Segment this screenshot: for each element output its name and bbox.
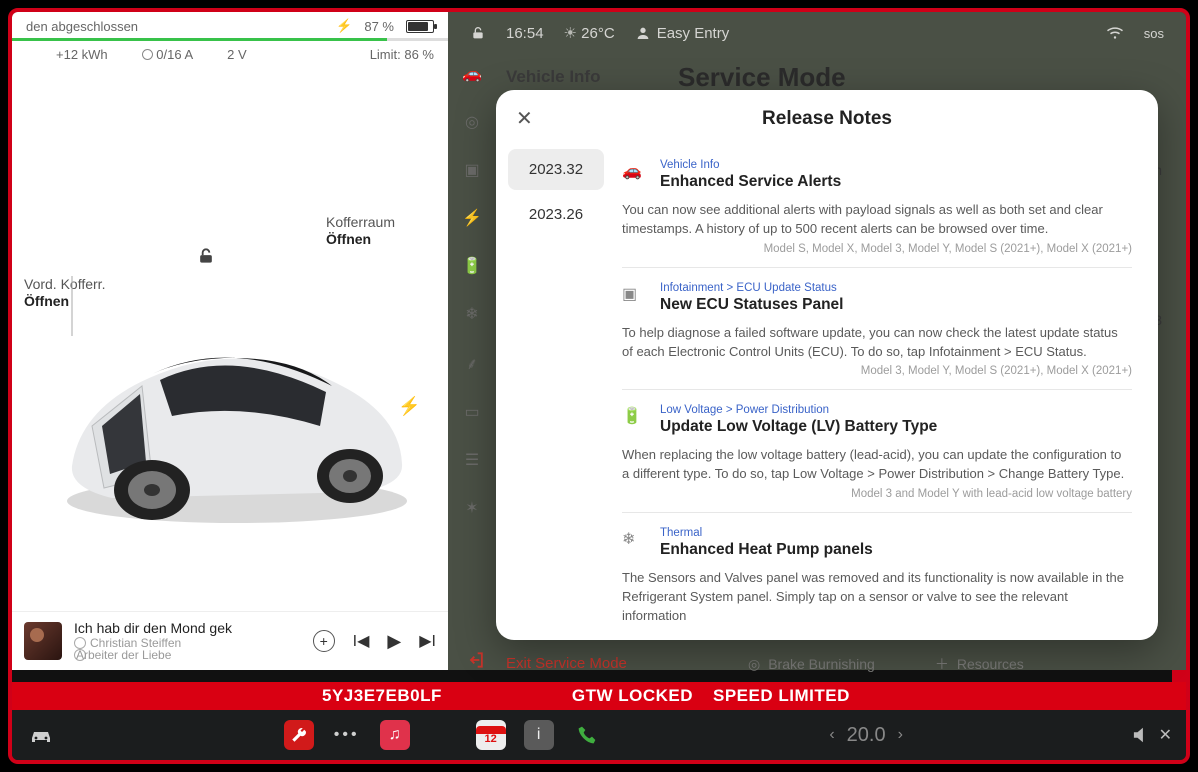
- vin-text: 5YJ3E7EB0LF: [322, 686, 442, 706]
- sensors-icon[interactable]: ✶: [462, 498, 482, 518]
- note-models: Model 3 and Model Y with lead-acid low v…: [622, 488, 1132, 500]
- lock-status-icon[interactable]: [470, 25, 486, 41]
- car-icon: 🚗: [622, 159, 646, 181]
- modal-title: Release Notes: [540, 108, 1114, 130]
- volume-control[interactable]: ✕: [1131, 725, 1172, 745]
- car-app-icon[interactable]: [26, 720, 56, 750]
- footer-warning-band: 5YJ3E7EB0LF GTW LOCKED SPEED LIMITED: [12, 682, 1186, 710]
- battery-percent: 87 %: [364, 19, 394, 34]
- note-title: Enhanced Heat Pump panels: [660, 541, 1132, 559]
- battery-icon: [406, 20, 434, 33]
- blank-app-icon[interactable]: [428, 720, 458, 750]
- version-list: 2023.32 2023.26: [496, 141, 616, 640]
- unlock-icon[interactable]: [196, 246, 216, 266]
- clock: 16:54: [506, 25, 544, 42]
- gtw-locked-text: GTW LOCKED: [572, 686, 693, 706]
- service-mode-title: Service Mode: [678, 62, 846, 93]
- trunk-callout[interactable]: Kofferraum Öffnen: [326, 214, 395, 248]
- note-breadcrumb[interactable]: Infotainment > ECU Update Status: [660, 282, 1132, 294]
- battery-icon: 🔋: [622, 404, 646, 426]
- trunk-action[interactable]: Öffnen: [326, 231, 395, 248]
- charge-port-bolt-icon: ⚡: [398, 396, 420, 417]
- note-title: New ECU Statuses Panel: [660, 296, 1132, 314]
- vehicle-info-icon[interactable]: 🚗: [462, 64, 482, 84]
- more-apps-icon[interactable]: •••: [332, 720, 362, 750]
- note-body: When replacing the low voltage battery (…: [622, 446, 1132, 484]
- right-pane: 16:54 ☀ 26°C Easy Entry sos Vehicle Info…: [448, 12, 1186, 670]
- note-models: Model 3, Model Y, Model S (2021+), Model…: [622, 365, 1132, 377]
- media-bar: Ich hab dir den Mond gek Christian Steif…: [12, 611, 448, 670]
- note-body: You can now see additional alerts with p…: [622, 201, 1132, 239]
- track-artist: Arbeiter der Liebe: [76, 648, 171, 662]
- note-body: To help diagnose a failed software updat…: [622, 324, 1132, 362]
- temp-up-button[interactable]: ›: [898, 726, 903, 744]
- exit-service-mode-button[interactable]: Exit Service Mode: [506, 655, 627, 672]
- version-item[interactable]: 2023.32: [508, 149, 604, 190]
- note-breadcrumb[interactable]: Low Voltage > Power Distribution: [660, 404, 1132, 416]
- chip-icon: ▣: [622, 282, 646, 304]
- release-note: 🔋 Low Voltage > Power Distribution Updat…: [622, 390, 1132, 513]
- service-app-icon[interactable]: [284, 720, 314, 750]
- bottom-dock: ••• ♫ 12 i ‹ 20.0 › ✕: [12, 710, 1186, 760]
- left-pane: den abgeschlossen ⚡ 87 % +12 kWh 0/16 A …: [12, 12, 448, 670]
- outside-temp: ☀ 26°C: [564, 24, 615, 42]
- charge-amps: 0/16 A: [142, 47, 194, 62]
- note-title: Update Low Voltage (LV) Battery Type: [660, 418, 1132, 436]
- note-models: Model S, Model X, Model 3, Model Y, Mode…: [622, 243, 1132, 255]
- brake-burnishing-button[interactable]: ◎ Brake Burnishing: [748, 656, 875, 673]
- climate-control[interactable]: ‹ 20.0 ›: [829, 724, 903, 747]
- body-icon[interactable]: ▭: [462, 402, 482, 422]
- trunk-label: Kofferraum: [326, 214, 395, 230]
- temp-down-button[interactable]: ‹: [829, 726, 834, 744]
- charge-kwh: +12 kWh: [56, 47, 108, 62]
- version-item[interactable]: 2023.26: [508, 194, 604, 235]
- charge-volts: 2 V: [227, 47, 247, 62]
- charge-limit[interactable]: Limit: 86 %: [370, 47, 434, 62]
- release-note: 🚗 Vehicle Info Enhanced Service Alerts Y…: [622, 145, 1132, 268]
- play-button[interactable]: ▶: [387, 631, 401, 652]
- music-app-icon[interactable]: ♫: [380, 720, 410, 750]
- exit-service-mode-icon[interactable]: [466, 650, 486, 670]
- release-notes-list[interactable]: 🚗 Vehicle Info Enhanced Service Alerts Y…: [616, 141, 1158, 640]
- release-note: ▣ Infotainment > ECU Update Status New E…: [622, 268, 1132, 391]
- add-track-button[interactable]: +: [313, 630, 335, 652]
- phone-app-icon[interactable]: [572, 720, 602, 750]
- resources-button[interactable]: ＋ Resources: [935, 654, 1024, 674]
- snowflake-icon: ❄: [622, 527, 646, 549]
- charging-bolt-icon: ⚡: [336, 18, 352, 34]
- info-app-icon[interactable]: i: [524, 720, 554, 750]
- prev-track-button[interactable]: I◀: [353, 631, 370, 651]
- sos-button[interactable]: sos: [1144, 26, 1164, 41]
- hv-icon[interactable]: ⚡: [462, 208, 482, 228]
- door-status-text: den abgeschlossen: [26, 19, 138, 34]
- steering-icon[interactable]: ◎: [462, 112, 482, 132]
- thermal-icon[interactable]: ❄: [462, 304, 482, 324]
- chassis-icon[interactable]: ⸙: [462, 352, 482, 374]
- release-notes-modal: ✕ Release Notes 2023.32 2023.26 🚗: [496, 90, 1158, 640]
- cabin-temp[interactable]: 20.0: [847, 724, 886, 747]
- car-visual-area: Vord. Kofferr. Öffnen Kofferraum Öffnen: [12, 66, 448, 611]
- sidebar-section-label[interactable]: Vehicle Info: [506, 67, 600, 87]
- note-title: Enhanced Service Alerts: [660, 173, 1132, 191]
- next-track-button[interactable]: ▶I: [419, 631, 436, 651]
- mute-x-icon: ✕: [1159, 725, 1172, 745]
- note-breadcrumb[interactable]: Vehicle Info: [660, 159, 1132, 171]
- note-breadcrumb[interactable]: Thermal: [660, 527, 1132, 539]
- profile-selector[interactable]: Easy Entry: [635, 25, 730, 42]
- speed-limited-text: SPEED LIMITED: [713, 686, 850, 706]
- car-render: [32, 276, 432, 536]
- note-body: The Sensors and Valves panel was removed…: [622, 569, 1132, 626]
- close-modal-button[interactable]: ✕: [516, 106, 540, 131]
- service-sidebar-icons: 🚗 ◎ ▣ ⚡ 🔋 ❄ ⸙ ▭ ☰ ✶: [462, 64, 482, 518]
- lv-battery-icon[interactable]: 🔋: [462, 256, 482, 276]
- track-title[interactable]: Ich hab dir den Mond gek: [74, 620, 301, 636]
- calendar-app-icon[interactable]: 12: [476, 720, 506, 750]
- wifi-icon[interactable]: [1106, 26, 1124, 40]
- infotainment-icon[interactable]: ☰: [462, 450, 482, 470]
- release-note: ❄ Thermal Enhanced Heat Pump panels The …: [622, 513, 1132, 640]
- charge-progress-bar: [12, 38, 448, 41]
- album-art[interactable]: [24, 622, 62, 660]
- chip-icon[interactable]: ▣: [462, 160, 482, 180]
